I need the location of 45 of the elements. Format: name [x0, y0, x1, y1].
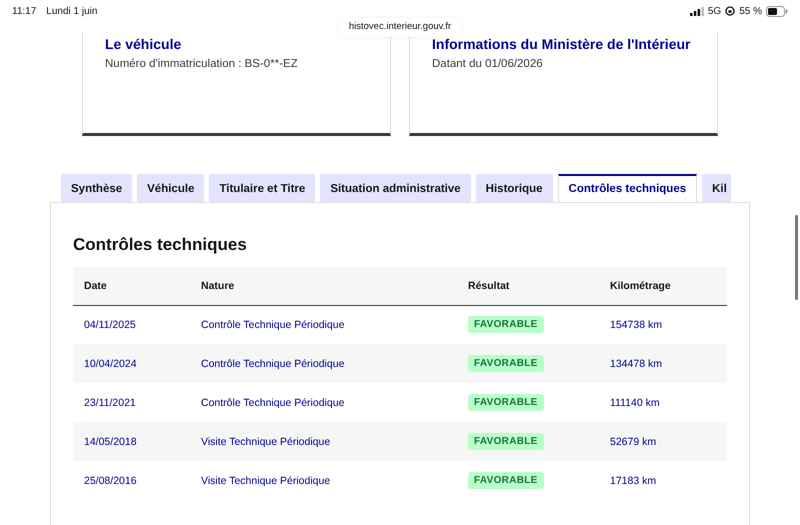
date-cell: 14/05/2018 — [84, 436, 137, 448]
date-cell: 23/11/2021 — [84, 396, 136, 408]
nature-cell: Visite Technique Périodique — [201, 436, 330, 448]
result-badge: FAVORABLE — [468, 433, 544, 450]
tab[interactable]: Historique — [476, 174, 553, 202]
date-cell: 25/08/2016 — [84, 474, 137, 486]
nature-cell: Visite Technique Périodique — [201, 474, 330, 486]
mileage-cell: 52679 km — [610, 436, 656, 448]
result-badge: FAVORABLE — [468, 316, 544, 334]
column-header: Résultat — [468, 280, 510, 292]
network-label: 5G — [708, 6, 722, 16]
card-title: Informations du Ministère de l'Intérieur — [432, 35, 692, 54]
date-cell: 10/04/2024 — [84, 358, 137, 370]
column-header: Nature — [201, 280, 234, 292]
tab[interactable]: Titulaire et Titre — [209, 174, 316, 202]
card-title: Le véhicule — [105, 35, 182, 54]
nature-cell: Contrôle Technique Périodique — [201, 358, 344, 370]
nature-cell: Contrôle Technique Périodique — [201, 396, 344, 408]
tab[interactable]: Situation administrative — [320, 174, 471, 202]
mileage-cell: 154738 km — [610, 318, 662, 331]
battery-icon — [766, 6, 788, 16]
column-header: Kilométrage — [610, 280, 671, 292]
card-text: Numéro d'immatriculation : BS-0**-EZ — [105, 58, 299, 70]
scrollbar[interactable] — [795, 215, 798, 300]
tab[interactable]: Synthèse — [61, 174, 132, 202]
date-cell: 04/11/2025 — [84, 318, 136, 331]
tab[interactable]: Véhicule — [137, 174, 204, 202]
url-pill[interactable]: histovec.interieur.gouv.fr — [338, 18, 462, 37]
mileage-cell: 111140 km — [610, 396, 660, 408]
card-text: Datant du 01/06/2026 — [432, 58, 544, 70]
result-badge: FAVORABLE — [468, 355, 544, 372]
status-date: Lundi 1 juin — [46, 6, 98, 16]
mileage-cell: 134478 km — [610, 358, 662, 370]
tab[interactable]: Contrôles techniques — [558, 174, 698, 202]
column-header: Date — [84, 280, 107, 292]
nature-cell: Contrôle Technique Périodique — [201, 318, 344, 331]
tab[interactable]: Kil — [702, 174, 731, 202]
result-badge: FAVORABLE — [468, 394, 544, 411]
orientation-lock-icon — [725, 6, 736, 16]
signal-icon — [690, 6, 704, 16]
section-title: Contrôles techniques — [73, 235, 248, 255]
mileage-cell: 17183 km — [610, 474, 656, 486]
battery-label: 55 % — [739, 6, 762, 16]
result-badge: FAVORABLE — [468, 472, 544, 489]
status-time: 11:17 — [12, 6, 36, 16]
